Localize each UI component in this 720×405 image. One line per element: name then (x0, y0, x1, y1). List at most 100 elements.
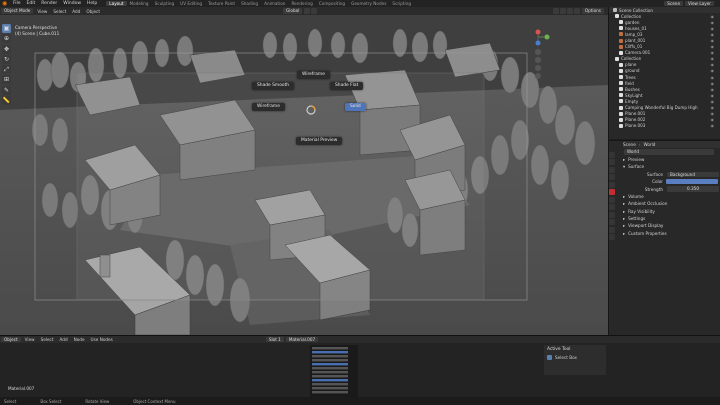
material-shading-icon[interactable] (574, 8, 581, 14)
scale-tool-icon[interactable]: ⤢ (2, 65, 11, 75)
view-layer-selector[interactable]: View Layer (685, 0, 714, 7)
properties-subsection[interactable]: ▸ Custom Properties (623, 230, 720, 237)
menu-window[interactable]: Window (60, 1, 84, 6)
visibility-eye-icon[interactable]: ◉ (711, 44, 715, 49)
tab-uv-editing[interactable]: UV Editing (177, 1, 205, 6)
menu-view-bottom[interactable]: View (22, 337, 38, 342)
section-preview[interactable]: ▸ Preview (623, 156, 720, 163)
proportional-edit-icon[interactable] (310, 8, 317, 14)
section-surface[interactable]: ▾ Surface (623, 163, 720, 170)
visibility-eye-icon[interactable]: ◉ (711, 38, 715, 43)
color-swatch[interactable] (666, 179, 718, 185)
visibility-eye-icon[interactable]: ◉ (711, 93, 715, 98)
menu-object[interactable]: Object (83, 9, 103, 14)
tab-layout[interactable]: Layout (106, 1, 127, 6)
data-tab-icon[interactable] (609, 226, 615, 233)
tab-shading[interactable]: Shading (238, 1, 261, 6)
visibility-eye-icon[interactable]: ◉ (711, 99, 715, 104)
annotate-tool-icon[interactable]: ✎ (2, 85, 11, 95)
blender-logo-icon[interactable]: ◉ (2, 0, 8, 7)
render-tab-icon[interactable] (609, 159, 615, 165)
menu-select[interactable]: Select (50, 9, 69, 14)
transform-tool-icon[interactable]: ⊞ (2, 75, 11, 85)
visibility-eye-icon[interactable]: ◉ (711, 111, 715, 116)
visibility-eye-icon[interactable]: ◉ (711, 20, 715, 25)
visibility-eye-icon[interactable]: ◉ (711, 26, 715, 31)
world-selector[interactable]: World (624, 149, 714, 155)
tab-modeling[interactable]: Modeling (127, 1, 152, 6)
visibility-eye-icon[interactable]: ◉ (711, 56, 715, 61)
visibility-eye-icon[interactable]: ◉ (711, 62, 715, 67)
output-tab-icon[interactable] (609, 166, 615, 173)
view-layer-tab-icon[interactable] (609, 174, 615, 180)
visibility-eye-icon[interactable]: ◉ (711, 75, 715, 80)
surface-value[interactable]: Background (667, 171, 719, 177)
visibility-eye-icon[interactable]: ◉ (711, 87, 715, 92)
constraint-tab-icon[interactable] (609, 219, 615, 225)
menu-add-bottom[interactable]: Add (57, 337, 71, 342)
properties-subsection[interactable]: ▸ Settings (623, 215, 720, 222)
properties-subsection[interactable]: ▸ Viewport Display (623, 222, 720, 229)
modifier-tab-icon[interactable] (609, 204, 615, 210)
tab-animation[interactable]: Animation (261, 1, 288, 6)
pie-material-preview[interactable]: Material Preview (296, 137, 343, 145)
visibility-eye-icon[interactable]: ◉ (711, 68, 715, 73)
pie-shade-flat[interactable]: Shade Flat (330, 82, 364, 90)
pie-shade-smooth[interactable]: Shade Smooth (252, 82, 295, 90)
menu-edit[interactable]: Edit (24, 1, 39, 6)
properties-subsection[interactable]: ▸ Volume (623, 193, 720, 200)
solid-shading-icon[interactable] (567, 8, 574, 14)
tab-texture-paint[interactable]: Texture Paint (205, 1, 238, 6)
tool-tab-icon[interactable] (609, 151, 615, 158)
scene-label[interactable]: Scene (623, 142, 636, 147)
properties-subsection[interactable]: ▸ Ambient Occlusion (623, 200, 720, 207)
menu-node[interactable]: Node (71, 337, 88, 342)
physics-tab-icon[interactable] (609, 211, 615, 218)
visibility-eye-icon[interactable]: ◉ (711, 50, 715, 55)
rotate-tool-icon[interactable]: ↻ (2, 54, 11, 64)
visibility-eye-icon[interactable]: ◉ (711, 81, 715, 86)
tab-sculpting[interactable]: Sculpting (152, 1, 178, 6)
scene-tab-icon[interactable] (609, 181, 615, 188)
pie-solid[interactable]: Solid (345, 103, 366, 111)
menu-add[interactable]: Add (69, 9, 83, 14)
material-selector[interactable]: Material.007 (285, 336, 319, 343)
active-tool-row[interactable]: Select Box (544, 354, 606, 361)
menu-help[interactable]: Help (84, 1, 100, 6)
pie-wireframe-left[interactable]: Wireframe (252, 103, 285, 111)
move-tool-icon[interactable]: ✥ (2, 44, 11, 54)
strength-field[interactable]: 0.350 (667, 186, 719, 192)
visibility-eye-icon[interactable]: ◉ (711, 14, 715, 19)
editor-type-object[interactable]: Object (1, 336, 21, 343)
outliner-row[interactable]: Plane.003 ◉ (609, 123, 720, 129)
menu-file[interactable]: File (10, 1, 24, 6)
overlay-icon[interactable] (553, 8, 560, 14)
xray-icon[interactable] (560, 8, 567, 14)
tab-rendering[interactable]: Rendering (288, 1, 315, 6)
visibility-eye-icon[interactable]: ◉ (711, 32, 715, 37)
world-tab-icon[interactable] (609, 189, 615, 195)
tab-compositing[interactable]: Compositing (316, 1, 348, 6)
pie-wireframe-top[interactable]: Wireframe (297, 71, 330, 79)
properties-subsection[interactable]: ▸ Ray Visibility (623, 208, 720, 215)
menu-render[interactable]: Render (38, 1, 60, 6)
visibility-eye-icon[interactable]: ◉ (711, 117, 715, 122)
scene-selector[interactable]: Scene (664, 0, 684, 7)
visibility-eye-icon[interactable]: ◉ (711, 123, 715, 128)
select-tool-icon[interactable]: ▣ (2, 24, 11, 33)
world-label[interactable]: World (643, 142, 655, 147)
menu-select-bottom[interactable]: Select (38, 337, 57, 342)
object-tab-icon[interactable] (609, 196, 615, 203)
visibility-eye-icon[interactable]: ◉ (711, 105, 715, 110)
options-button[interactable]: Options (581, 8, 604, 14)
tab-scripting[interactable]: Scripting (389, 1, 414, 6)
mode-selector[interactable]: Object Mode (1, 8, 34, 14)
slot-selector[interactable]: Slot 1 (265, 336, 284, 343)
menu-view[interactable]: View (34, 9, 50, 14)
cursor-tool-icon[interactable]: ⊕ (2, 34, 11, 44)
snap-icon[interactable] (303, 8, 310, 14)
tab-geometry-nodes[interactable]: Geometry Nodes (348, 1, 389, 6)
3d-viewport[interactable]: Camera Perspective (4) Scene | Cube.011 … (0, 15, 608, 335)
orientation-selector[interactable]: Global (283, 8, 303, 14)
use-nodes-checkbox[interactable]: Use Nodes (88, 337, 116, 342)
